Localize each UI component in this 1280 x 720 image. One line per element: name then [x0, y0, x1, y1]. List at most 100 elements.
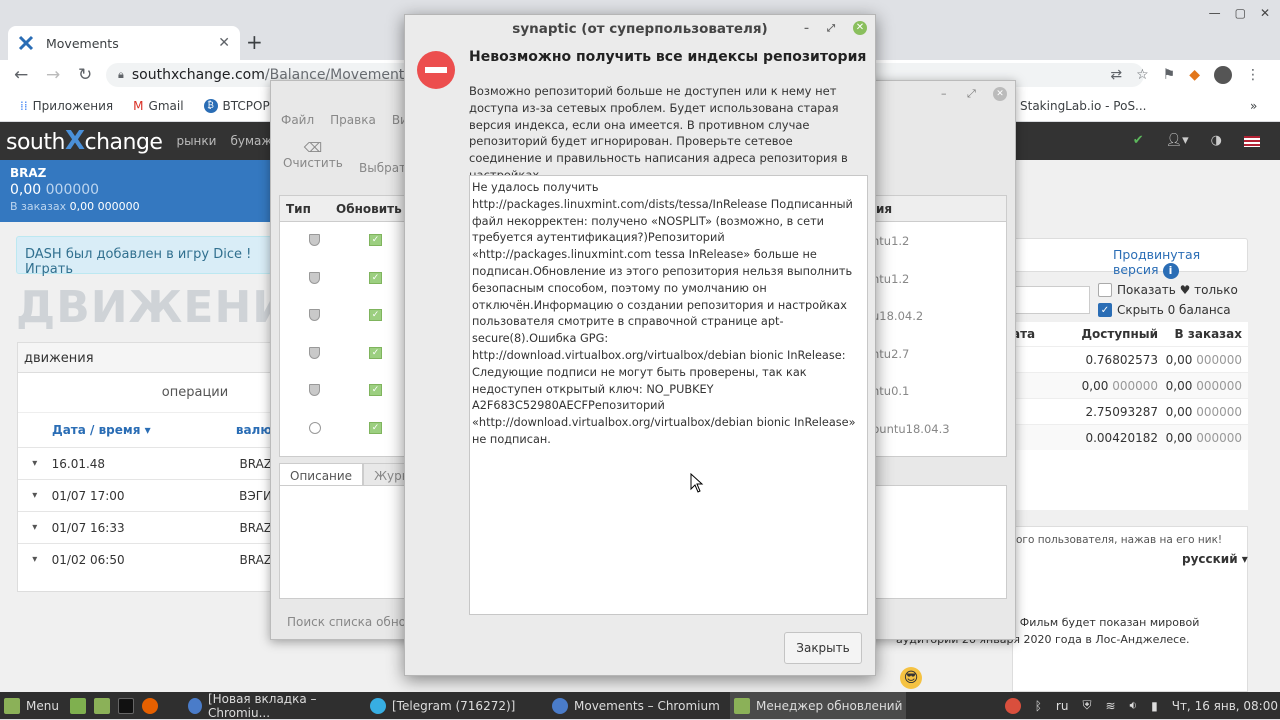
minimize-icon[interactable]: –	[804, 23, 809, 34]
menu-dots-icon[interactable]: ⋮	[1246, 67, 1260, 83]
mint-logo-icon	[4, 697, 20, 714]
lock-icon: 🔒︎	[118, 68, 124, 81]
battery-icon[interactable]: ▮	[1151, 699, 1158, 713]
balance-search-input[interactable]	[1012, 286, 1090, 314]
col-date[interactable]: Дата / время ▾	[52, 423, 236, 447]
table-row[interactable]: ▾ 01/07 16:33 BRAZ	[18, 511, 272, 543]
advanced-version-link[interactable]: Продвинутая версия i	[1012, 238, 1248, 279]
checkbox-unchecked[interactable]	[1098, 283, 1112, 297]
language-select[interactable]: русский ▾	[1182, 552, 1248, 566]
window-close-icon[interactable]: ✕	[993, 87, 1007, 101]
table-row[interactable]: 0,00 000000 0,00 000000	[1012, 372, 1248, 398]
minimize-icon[interactable]: —	[1209, 6, 1221, 20]
announcement-alert[interactable]: DASH был добавлен в игру Dice ! Играть	[16, 236, 272, 277]
new-tab-icon[interactable]: +	[246, 30, 263, 54]
nav-markets[interactable]: рынки	[176, 134, 216, 148]
checkbox-checked[interactable]: ✓	[369, 384, 382, 396]
forward-icon[interactable]: →	[46, 65, 64, 85]
col-currency[interactable]: валю	[236, 423, 272, 447]
expand-chevron-icon[interactable]: ▾	[18, 522, 52, 533]
files-icon[interactable]	[94, 697, 110, 714]
show-favorites-checkbox[interactable]: Показать ♥ только	[1098, 283, 1238, 297]
status-ok-icon: ✔	[1132, 133, 1144, 148]
taskbar-item[interactable]: [Telegram (716272)]	[366, 692, 542, 719]
maximize-icon[interactable]: ⤢	[967, 87, 976, 101]
shield-icon	[309, 384, 320, 396]
table-row[interactable]: 0.00420182 0,00 000000	[1012, 424, 1248, 450]
bookmark-btcpop[interactable]: ₿ BTCPOP -	[203, 98, 278, 113]
wifi-icon[interactable]: ≋	[1105, 699, 1115, 713]
url-host: southxchange.com	[131, 67, 265, 83]
bookmark-stakinglab[interactable]: StakingLab.io - PoS...	[1020, 99, 1147, 113]
toolbar-extensions: ⇄ ☆ ⚑ ◆ ⋮	[1110, 66, 1260, 84]
expand-chevron-icon[interactable]: ▾	[18, 458, 52, 469]
table-row[interactable]: ▾ 01/02 06:50 BRAZ	[18, 543, 272, 575]
mouse-cursor-icon	[690, 472, 704, 496]
user-menu-icon[interactable]: 👤︎▾	[1166, 133, 1189, 148]
profile-avatar[interactable]	[1214, 66, 1232, 84]
menu-edit[interactable]: Правка	[330, 113, 376, 127]
extension-icon[interactable]: ⚑	[1163, 67, 1176, 83]
maximize-icon[interactable]: ▢	[1235, 6, 1246, 20]
start-menu-button[interactable]: Menu	[4, 692, 59, 719]
show-desktop-icon[interactable]	[70, 697, 86, 714]
checkbox-checked[interactable]: ✓	[369, 421, 382, 434]
dialog-close-icon[interactable]: ✕	[853, 21, 867, 35]
balances-header: ата Доступный В заказах	[1012, 327, 1242, 341]
bookmark-apps[interactable]: ⁞⁞ Приложения	[20, 99, 113, 113]
table-row[interactable]: 0.76802573 0,00 000000	[1012, 346, 1248, 372]
southxchange-favicon-icon	[18, 35, 34, 51]
browser-tab[interactable]: Movements ✕	[8, 26, 240, 60]
bluetooth-icon[interactable]: ᛒ	[1035, 699, 1042, 713]
clear-button[interactable]: ⌫ Очистить	[283, 141, 343, 170]
table-row[interactable]: ▾ 01/07 17:00 ВЭГИ	[18, 479, 272, 511]
coin-balance-bar[interactable]: BRAZ 0,00 000000 В заказах 0,00 000000	[0, 160, 272, 222]
keyboard-layout[interactable]: ru	[1056, 699, 1069, 713]
shield-icon	[309, 346, 320, 359]
taskbar-item[interactable]: [Новая вкладка – Chromiu...	[184, 692, 360, 720]
shield-icon[interactable]: ⛨	[1082, 698, 1091, 713]
navbar-right: ✔ 👤︎▾ ◑	[1133, 133, 1260, 148]
telegram-icon	[370, 697, 386, 714]
menu-file[interactable]: Файл	[281, 113, 314, 127]
notification-app-icon[interactable]	[1004, 697, 1021, 714]
bookmarks-overflow-icon[interactable]: »	[1250, 99, 1257, 113]
checkbox-checked[interactable]: ✓	[369, 309, 382, 321]
metamask-icon[interactable]: ◆	[1189, 67, 1200, 83]
volume-icon[interactable]: 🔉︎	[1130, 698, 1138, 713]
update-manager-icon	[734, 697, 750, 714]
firefox-icon[interactable]	[142, 697, 158, 714]
maximize-icon[interactable]: ⤢	[827, 23, 835, 34]
taskbar-item[interactable]: Movements – Chromium	[548, 692, 724, 719]
contrast-icon[interactable]: ◑	[1211, 133, 1222, 148]
clock[interactable]: Чт, 16 янв, 08:00	[1172, 699, 1278, 713]
taskbar-item-active[interactable]: Менеджер обновлений	[730, 692, 906, 719]
hide-zero-checkbox[interactable]: ✓ Скрыть 0 баланса	[1098, 303, 1231, 317]
terminal-icon[interactable]	[118, 697, 134, 714]
table-row[interactable]: 2.75093287 0,00 000000	[1012, 398, 1248, 424]
tab-close-icon[interactable]: ✕	[218, 35, 230, 51]
minimize-icon[interactable]: –	[941, 87, 947, 100]
checkbox-checked[interactable]: ✓	[369, 271, 382, 284]
table-row[interactable]: ▾ 16.01.48 BRAZ	[18, 447, 272, 479]
flag-us-icon[interactable]	[1244, 136, 1260, 147]
checkbox-checked[interactable]: ✓	[369, 234, 382, 246]
translate-icon[interactable]: ⇄	[1110, 67, 1122, 83]
bookmark-star-icon[interactable]: ☆	[1136, 67, 1149, 83]
expand-chevron-icon[interactable]: ▾	[18, 554, 52, 565]
in-orders: В заказах 0,00 000000	[10, 200, 140, 213]
site-logo[interactable]: southXchange	[6, 126, 163, 156]
apps-grid-icon: ⁞⁞	[20, 98, 28, 113]
checkbox-checked[interactable]: ✓	[1098, 303, 1112, 317]
expand-chevron-icon[interactable]: ▾	[18, 490, 52, 501]
balances-table: ата Доступный В заказах 0.76802573 0,00 0…	[1012, 322, 1248, 510]
close-button[interactable]: Закрыть	[784, 632, 862, 664]
menu-bar: Файл Правка Вид	[281, 113, 416, 127]
bookmark-gmail[interactable]: M Gmail	[133, 99, 183, 113]
checkbox-checked[interactable]: ✓	[369, 346, 382, 359]
window-close-icon[interactable]: ✕	[1260, 6, 1270, 20]
bitcoin-icon: ₿	[203, 98, 218, 113]
reload-icon[interactable]: ↻	[78, 65, 96, 85]
back-icon[interactable]: ←	[14, 65, 32, 85]
error-details-textarea[interactable]: Не удалось получить http://packages.linu…	[469, 175, 868, 615]
